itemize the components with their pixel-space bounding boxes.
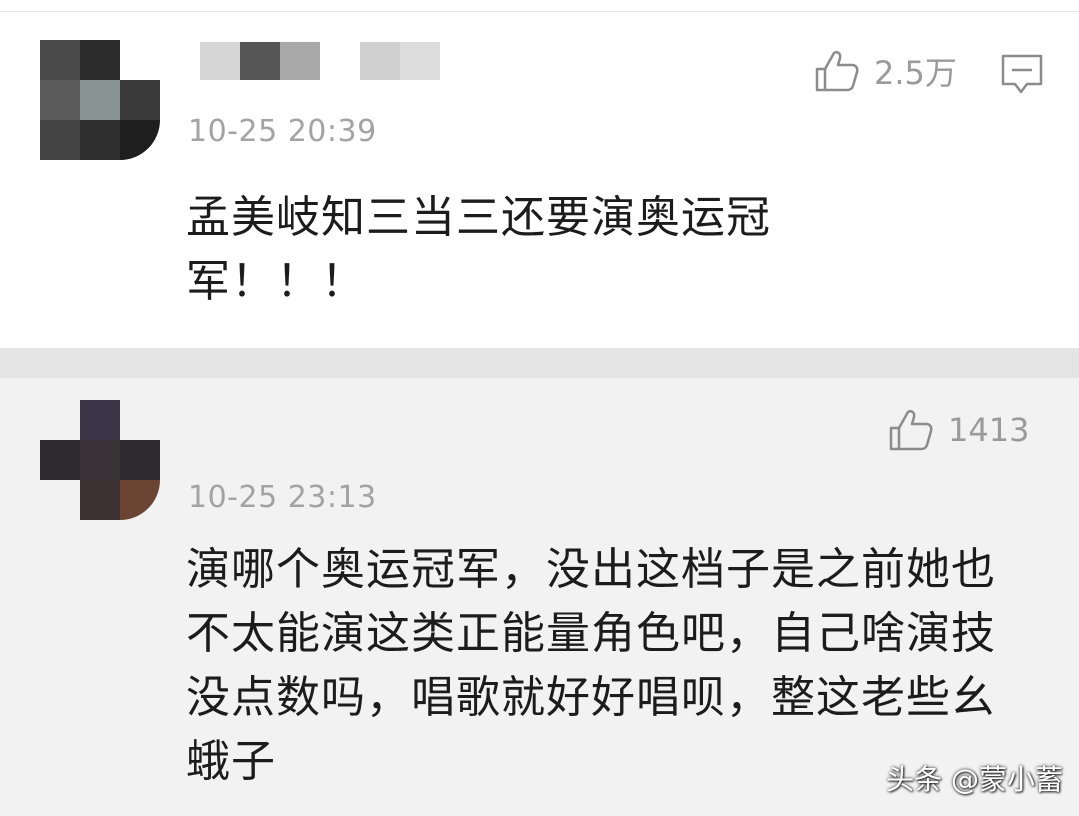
comment-timestamp: 10-25 20:39 [188, 114, 377, 149]
thumbs-up-icon [815, 50, 859, 92]
comment-divider [0, 348, 1079, 378]
comment-item: 2.5万 10-25 20:39 孟美岐知三当三还要演奥运冠 军！！！ [0, 12, 1079, 348]
comment-text-line: 演哪个奥运冠军，没出这档子是之前她也 [186, 544, 996, 595]
comment-text-line: 不太能演这类正能量角色吧，自己啥演技 [186, 608, 996, 659]
comment-timestamp: 10-25 23:13 [188, 480, 377, 515]
username-blurred[interactable] [200, 42, 460, 80]
comment-page: 2.5万 10-25 20:39 孟美岐知三当三还要演奥运冠 军！！！ 1413… [0, 0, 1079, 816]
comment-text: 演哪个奥运冠军，没出这档子是之前她也 不太能演这类正能量角色吧，自己啥演技 没点… [186, 538, 996, 794]
comment-text-line: 孟美岐知三当三还要演奥运冠 [186, 192, 771, 243]
comment-item: 1413 10-25 23:13 演哪个奥运冠军，没出这档子是之前她也 不太能演… [0, 378, 1079, 816]
avatar[interactable] [40, 400, 160, 520]
comment-text-line: 没点数吗，唱歌就好好唱呗，整这老些幺 [186, 672, 996, 723]
watermark: 头条 @蒙小蓄 [886, 763, 1063, 796]
comment-text-line: 军！！！ [186, 256, 366, 307]
avatar[interactable] [40, 40, 160, 160]
thumbs-up-icon [889, 409, 933, 451]
like-button[interactable]: 1413 [888, 408, 1029, 452]
like-button[interactable]: 2.5万 [814, 48, 957, 94]
comment-text-line: 蛾子 [186, 736, 276, 787]
top-border [0, 0, 1079, 12]
like-count: 1413 [948, 411, 1030, 449]
reply-icon[interactable] [1000, 52, 1044, 98]
like-count: 2.5万 [874, 54, 957, 92]
comment-text: 孟美岐知三当三还要演奥运冠 军！！！ [186, 186, 771, 314]
